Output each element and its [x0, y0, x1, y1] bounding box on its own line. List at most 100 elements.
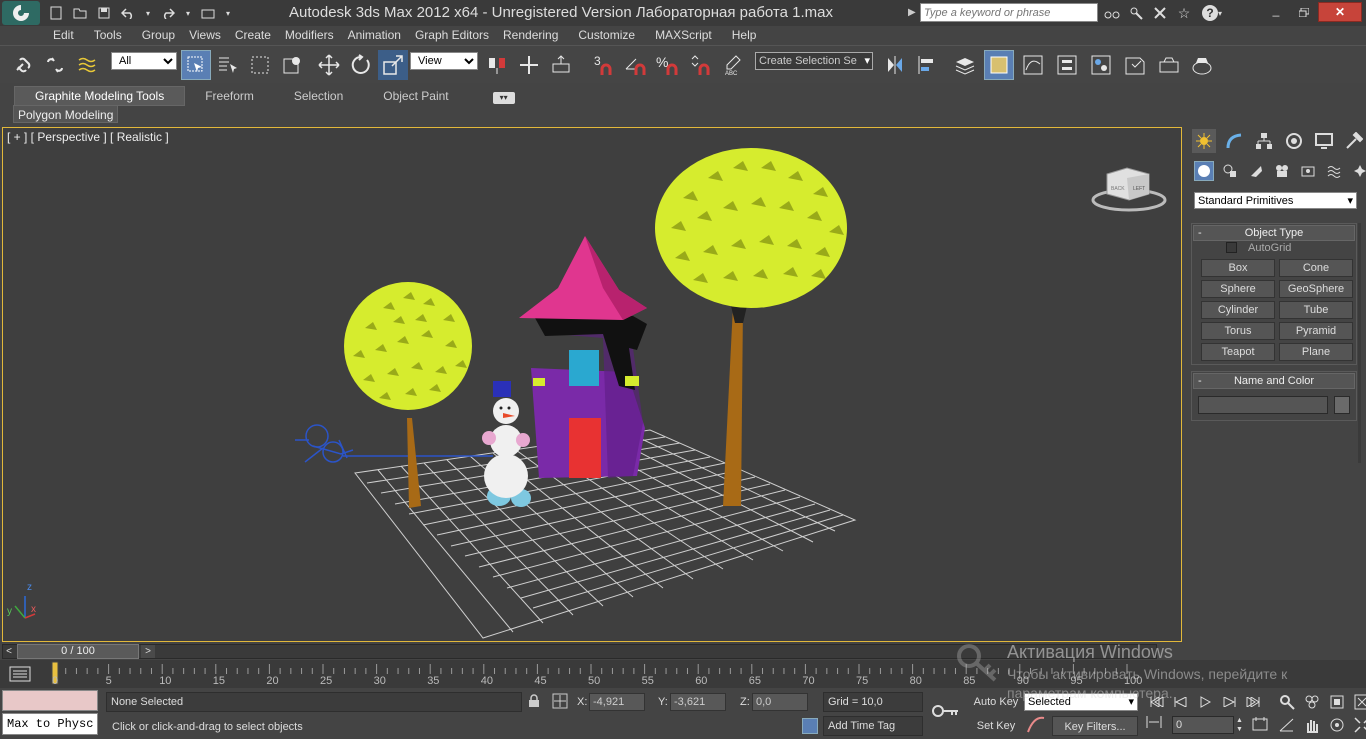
edit-named-selection-sets-icon[interactable]: ABC [718, 50, 748, 80]
named-selection-sets-dropdown[interactable]: Create Selection Se ▾ [755, 52, 873, 70]
menu-help[interactable]: Help [725, 26, 764, 45]
schematic-view-icon[interactable] [1052, 50, 1082, 80]
ribbon-options-dropdown[interactable]: ▾▾ [492, 92, 515, 104]
time-slider-track[interactable] [2, 644, 1157, 659]
open-file-icon[interactable] [70, 3, 90, 23]
tab-object-paint[interactable]: Object Paint [363, 87, 468, 105]
create-panel-icon[interactable] [1192, 129, 1216, 153]
subscription-center-icon[interactable] [1126, 3, 1146, 23]
infocenter-toggle-icon[interactable]: ▶ [908, 3, 920, 23]
bind-to-space-warp-icon[interactable] [72, 50, 102, 80]
select-and-rotate-icon[interactable] [346, 50, 376, 80]
space-warps-category-icon[interactable] [1324, 161, 1344, 181]
search-input[interactable] [920, 3, 1098, 22]
next-frame-icon[interactable] [1218, 692, 1240, 712]
spinner-snap-toggle-icon[interactable] [686, 50, 716, 80]
menu-create[interactable]: Create [228, 26, 278, 45]
shapes-category-icon[interactable] [1220, 161, 1240, 181]
z-coord-field[interactable]: 0,0 [752, 693, 808, 711]
object-name-field[interactable] [1198, 396, 1328, 414]
minimize-button[interactable]: _ [1264, 4, 1288, 20]
systems-category-icon[interactable] [1350, 161, 1366, 181]
redo-dropdown-icon[interactable]: ▾ [182, 3, 194, 23]
pyramid-button[interactable]: Pyramid [1279, 322, 1353, 340]
cone-button[interactable]: Cone [1279, 259, 1353, 277]
app-logo-icon[interactable] [2, 1, 40, 25]
add-time-tag-button[interactable]: Add Time Tag [823, 716, 923, 736]
mini-curve-editor-toggle-icon[interactable] [6, 664, 34, 684]
layer-manager-icon[interactable] [950, 50, 980, 80]
frame-spinner[interactable]: ▲ ▼ [1236, 716, 1246, 734]
menu-modifiers[interactable]: Modifiers [278, 26, 341, 45]
select-and-manipulate-icon[interactable] [514, 50, 544, 80]
menu-maxscript[interactable]: MAXScript [648, 26, 719, 45]
select-object-icon[interactable] [181, 50, 211, 80]
menu-group[interactable]: Group [135, 26, 182, 45]
scene-canvas[interactable]: z y x LEFT BACK [3, 128, 1182, 642]
graphite-modeling-tools-toggle-icon[interactable] [984, 50, 1014, 80]
go-to-end-icon[interactable] [1242, 692, 1264, 712]
field-of-view-icon[interactable] [1276, 715, 1298, 735]
perspective-viewport[interactable]: [ + ] [ Perspective ] [ Realistic ] z y … [2, 127, 1182, 642]
rectangular-selection-region-icon[interactable] [245, 50, 275, 80]
tab-selection[interactable]: Selection [274, 87, 363, 105]
menu-graph-editors[interactable]: Graph Editors [408, 26, 496, 45]
pan-view-icon[interactable] [1301, 715, 1323, 735]
previous-frame-icon[interactable] [1170, 692, 1192, 712]
motion-panel-icon[interactable] [1282, 129, 1306, 153]
favorites-star-icon[interactable]: ☆ [1174, 3, 1194, 23]
reference-coordinate-system-select[interactable]: View [410, 52, 478, 70]
zoom-icon[interactable] [1276, 692, 1298, 712]
unlink-selection-icon[interactable] [40, 50, 70, 80]
cameras-category-icon[interactable] [1272, 161, 1292, 181]
redo-icon[interactable] [158, 3, 178, 23]
window-crossing-icon[interactable] [277, 50, 307, 80]
select-and-link-icon[interactable] [8, 50, 38, 80]
key-mode-toggle-icon[interactable] [1146, 716, 1168, 736]
go-to-start-icon[interactable] [1146, 692, 1168, 712]
set-key-button[interactable]: Set Key [970, 716, 1022, 736]
select-and-scale-icon[interactable] [378, 50, 408, 80]
object-type-rollout-header[interactable]: - Object Type [1193, 225, 1355, 241]
key-filters-button[interactable]: Key Filters... [1052, 716, 1138, 736]
absolute-mode-transform-icon[interactable] [552, 693, 568, 709]
tube-button[interactable]: Tube [1279, 301, 1353, 319]
menu-tools[interactable]: Tools [87, 26, 129, 45]
geosphere-button[interactable]: GeoSphere [1279, 280, 1353, 298]
maxscript-listener-pink[interactable] [2, 690, 98, 711]
rendered-frame-window-icon[interactable] [1154, 50, 1184, 80]
quick-access-dropdown-icon[interactable]: ▾ [222, 3, 234, 23]
help-icon[interactable]: ? ▾ [1198, 3, 1226, 23]
save-file-icon[interactable] [94, 3, 114, 23]
material-editor-icon[interactable] [1086, 50, 1116, 80]
menu-animation[interactable]: Animation [341, 26, 408, 45]
time-slider-prev-button[interactable]: < [3, 645, 15, 658]
render-setup-icon[interactable] [1120, 50, 1150, 80]
snaps-toggle-icon[interactable]: 3 [590, 50, 620, 80]
selection-lock-icon[interactable] [528, 694, 542, 710]
keyboard-shortcut-override-icon[interactable] [546, 50, 576, 80]
tab-freeform[interactable]: Freeform [185, 87, 274, 105]
menu-views[interactable]: Views [182, 26, 228, 45]
communication-center-icon[interactable] [1150, 3, 1170, 23]
time-slider[interactable]: 0 / 100 < > [0, 643, 1366, 660]
zoom-extents-all-icon[interactable] [1351, 692, 1366, 712]
object-color-swatch[interactable] [1334, 396, 1350, 414]
key-selection-set-select[interactable]: Selected ▾ [1024, 693, 1138, 711]
undo-dropdown-icon[interactable]: ▾ [142, 3, 154, 23]
select-and-move-icon[interactable] [314, 50, 344, 80]
render-production-icon[interactable] [1188, 50, 1218, 80]
name-and-color-rollout-header[interactable]: - Name and Color [1193, 373, 1355, 389]
modify-panel-icon[interactable] [1222, 129, 1246, 153]
set-key-mode-icon[interactable] [932, 703, 962, 723]
box-button[interactable]: Box [1201, 259, 1275, 277]
close-button[interactable]: ✕ [1318, 2, 1362, 22]
display-panel-icon[interactable] [1312, 129, 1336, 153]
align-icon[interactable] [912, 50, 942, 80]
default-in-out-tangents-icon[interactable] [1026, 716, 1046, 736]
angle-snap-toggle-icon[interactable] [622, 50, 652, 80]
add-time-tag-icon[interactable] [802, 718, 818, 734]
track-bar[interactable]: 0 5 10 15 20 25 30 35 40 45 50 55 60 65 70 75 80 85 90 95 10… [0, 660, 1366, 688]
maximize-viewport-toggle-icon[interactable] [1351, 715, 1366, 735]
ribbon-subtab-polygon-modeling[interactable]: Polygon Modeling [13, 105, 119, 123]
